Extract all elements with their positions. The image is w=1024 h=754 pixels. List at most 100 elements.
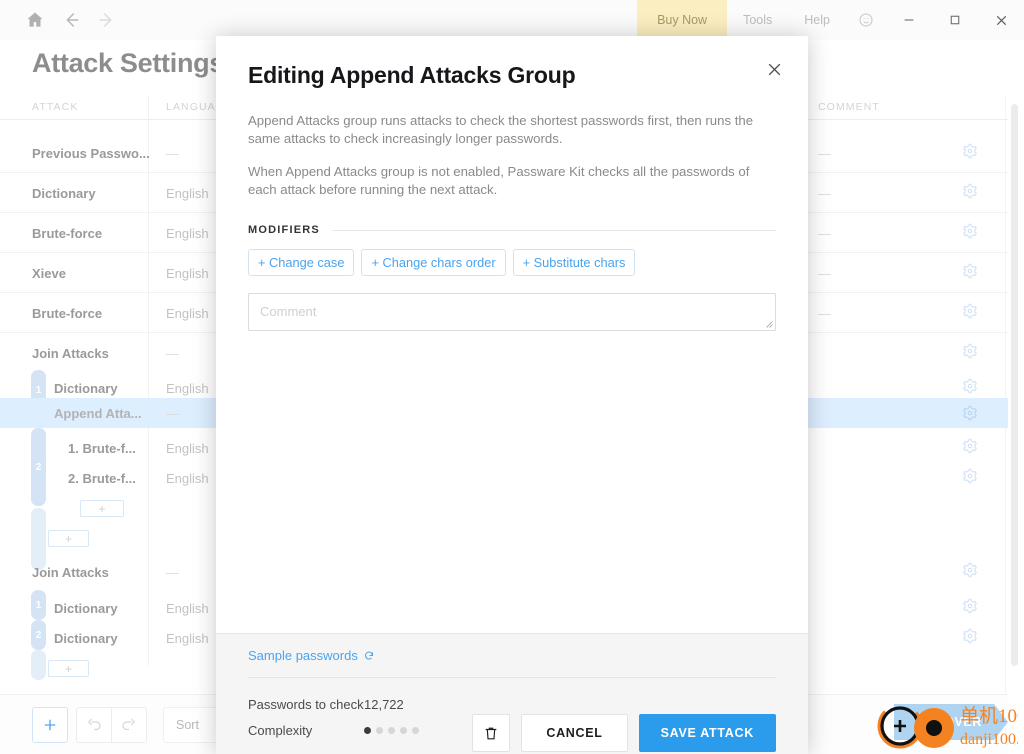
attack-language: English [166,630,209,646]
menu-tools[interactable]: Tools [727,0,788,40]
attack-language: English [166,265,209,281]
gear-icon[interactable] [962,143,978,164]
attack-name: 1. Brute-f... [68,440,136,456]
gear-icon[interactable] [962,598,978,619]
attack-name: Dictionary [32,185,96,201]
undo-icon[interactable] [76,706,112,743]
watermark-logo: 单机100网 danji100.com [877,703,1018,749]
complexity-dot [364,726,371,734]
smiley-icon[interactable] [846,0,886,40]
modal-description-1: Append Attacks group runs attacks to che… [248,113,754,147]
gear-icon[interactable] [962,628,978,649]
complexity-dot [376,726,383,734]
page-title: Attack Settings [32,48,225,78]
menu-help[interactable]: Help [788,0,846,40]
edit-attack-modal: Editing Append Attacks Group Append Atta… [216,36,808,754]
nav-controls [0,5,122,35]
refresh-icon[interactable] [363,650,375,662]
window-maximize-button[interactable] [932,0,978,40]
attack-name: Previous Passwo... [32,145,150,161]
complexity-dot [400,726,407,734]
gear-icon[interactable] [962,438,978,459]
chip-substitute-chars[interactable]: + Substitute chars [512,249,636,277]
window-minimize-button[interactable] [886,0,932,40]
add-attack-toolbar-button[interactable] [32,706,68,743]
attack-language: English [166,305,209,321]
attack-comment: — [818,265,831,281]
gear-icon[interactable] [962,183,978,204]
attack-name: 2. Brute-f... [68,470,136,486]
attack-language: English [166,470,209,486]
resize-handle-icon[interactable] [764,319,773,329]
chip-change-case[interactable]: + Change case [248,249,355,277]
modifiers-chip-list: + Change case + Change chars order + Sub… [248,249,776,277]
cancel-button[interactable]: CANCEL [521,714,628,752]
sample-passwords-link[interactable]: Sample passwords [248,634,776,663]
group-bar-tail-2 [31,650,46,680]
passwords-to-check-label: Passwords to check [248,696,364,712]
home-icon[interactable] [20,5,50,35]
header-divider-1 [148,96,149,120]
attack-language: — [166,145,179,161]
complexity-dot [388,726,395,734]
app-window: Buy Now Tools Help Attack Settings ATTAC… [0,0,1024,754]
passwords-to-check-value: 12,722 [364,696,404,712]
modifiers-section-header: MODIFIERS [248,224,776,236]
attack-language: — [166,405,179,421]
attack-name: Brute-force [32,305,103,321]
gear-icon[interactable] [962,263,978,284]
attack-name: Xieve [32,265,66,281]
attack-language: English [166,380,209,396]
section-divider [331,229,776,231]
window-close-button[interactable] [978,0,1024,40]
add-attack-outer-button[interactable]: + [48,530,89,547]
modal-body: Editing Append Attacks Group Append Atta… [216,36,808,633]
attack-language: English [166,600,209,616]
redo-icon[interactable] [111,706,147,743]
attack-language: — [166,564,179,580]
modal-description-2: When Append Attacks group is not enabled… [248,164,750,198]
gear-icon[interactable] [962,378,978,399]
scrollbar-thumb[interactable] [1011,104,1018,666]
title-bar: Buy Now Tools Help [0,0,1024,40]
attack-language: English [166,185,209,201]
attack-name: Brute-force [32,225,103,241]
buy-now-button[interactable]: Buy Now [637,0,728,40]
trash-icon [486,727,497,739]
comment-input[interactable]: Comment [248,293,776,332]
sample-passwords-label: Sample passwords [248,648,358,663]
attack-name: Dictionary [54,630,118,646]
undo-redo-group [76,706,147,743]
gear-icon[interactable] [962,468,978,489]
attack-name: Join Attacks [32,564,109,580]
save-attack-button[interactable]: SAVE ATTACK [638,714,776,752]
svg-text:danji100.com: danji100.com [960,731,1018,748]
gear-icon[interactable] [962,343,978,364]
modal-footer: Sample passwords Passwords to check 12,7… [216,633,808,754]
passwords-to-check-row: Passwords to check 12,722 [248,691,419,717]
gear-icon[interactable] [962,223,978,244]
comment-placeholder: Comment [260,304,317,320]
complexity-label: Complexity [248,722,313,738]
attack-language: English [166,440,209,456]
gear-icon[interactable] [962,562,978,583]
back-arrow-icon[interactable] [56,5,86,35]
attack-name: Dictionary [54,600,118,616]
svg-text:单机100网: 单机100网 [960,705,1018,727]
column-header-comment: COMMENT [818,101,880,113]
attack-comment: — [818,225,831,241]
gear-icon[interactable] [962,303,978,324]
attack-language: — [166,345,179,361]
modifiers-label: MODIFIERS [248,224,320,237]
add-attack-button-2[interactable]: + [48,660,89,677]
close-icon[interactable] [760,55,788,83]
titlebar-right: Buy Now Tools Help [637,0,1024,40]
gear-icon[interactable] [962,405,978,426]
forward-arrow-icon[interactable] [92,5,122,35]
add-attack-inner-button[interactable]: + [80,500,124,517]
attack-language: English [166,225,209,241]
footer-actions: CANCEL SAVE ATTACK [472,714,776,752]
delete-attack-button[interactable] [472,714,511,752]
chip-change-chars-order[interactable]: + Change chars order [361,249,506,277]
complexity-dot [412,726,419,734]
